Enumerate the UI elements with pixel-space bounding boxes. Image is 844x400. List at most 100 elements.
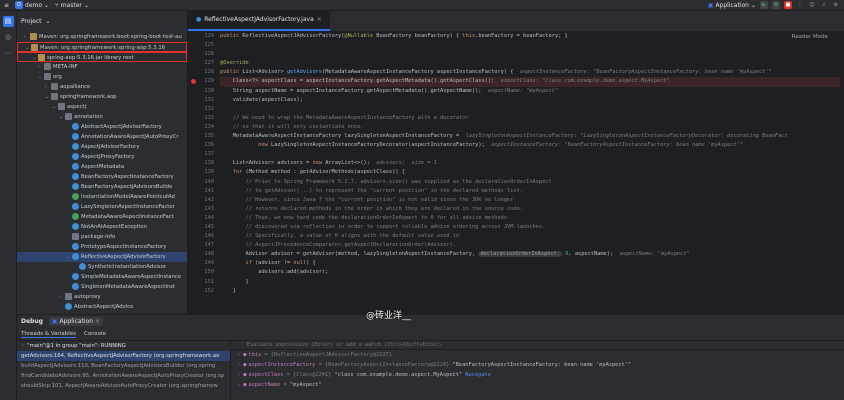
line-number[interactable]: 130 [188, 87, 218, 96]
code-line[interactable]: if (advisor != null) { [220, 259, 840, 268]
tree-item[interactable]: ⌄ spring-aop-5.3.16.jar library root [17, 52, 187, 62]
more-icon[interactable]: ⋮ [796, 1, 804, 9]
run-config-selector[interactable]: ▣ Application ⌄ [708, 2, 756, 9]
stop-icon[interactable]: ■ [784, 1, 792, 9]
line-number[interactable]: 135 [188, 132, 218, 141]
expand-arrow-icon[interactable]: › [237, 372, 240, 378]
tree-item[interactable]: AspectJProxyFactory [17, 152, 187, 162]
tree-item[interactable]: › autoproxy [17, 292, 187, 302]
code-line[interactable]: // Thus, we now hard code the declaratio… [220, 214, 840, 223]
tree-item[interactable]: SimpleMetadataAwareAspectInstance [17, 272, 187, 282]
editor-tab[interactable]: ● ReflectiveAspectJAdvisorFactory.java × [188, 10, 330, 31]
line-number[interactable]: 150 [188, 268, 218, 277]
variable-row[interactable]: › ● aspectName = "myAspect" [231, 380, 844, 390]
tree-item[interactable]: BeanFactoryAspectJAdvisorsBuilde [17, 182, 187, 192]
expand-arrow-icon[interactable]: › [237, 382, 240, 388]
stack-frame[interactable]: findCandidateAdvisors:95, AnnotationAwar… [17, 371, 230, 381]
code-line[interactable]: // returns declared methods in the order… [220, 205, 840, 214]
code-line[interactable]: // However, since Java 7 the "current po… [220, 196, 840, 205]
code-line[interactable]: validate(aspectClass); [220, 96, 840, 105]
code-line[interactable]: new LazySingletonAspectInstanceFactoryDe… [220, 141, 840, 150]
tree-item[interactable]: ⌄ aspectj [17, 102, 187, 112]
variable-row[interactable]: › ● aspectClass = {Class@2241} "class com.… [231, 370, 844, 380]
tree-item[interactable]: › Maven: org.springframework.boot:spring-… [17, 32, 187, 42]
code-line[interactable]: @Override [220, 59, 840, 68]
branch-switcher[interactable]: ⑂ master ⌄ [55, 2, 89, 9]
tree-item[interactable]: InstantiationModelAwarePointcutAd [17, 192, 187, 202]
tab-threads-variables[interactable]: Threads & Variables [21, 331, 77, 338]
project-panel-title[interactable]: Project [21, 18, 42, 25]
tree-item[interactable]: › aopalliance [17, 82, 187, 92]
tree-item[interactable]: AbstractAspectJAdvisorFactory [17, 122, 187, 132]
stack-frame[interactable]: buildAspectJAdvisors:110, BeanFactoryAsp… [17, 361, 230, 371]
line-number[interactable]: 141 [188, 187, 218, 196]
close-icon[interactable]: × [95, 318, 100, 325]
code-line[interactable]: Advisor advisor = getAdvisor(method, laz… [220, 250, 840, 259]
code-line[interactable]: for (Method method : getAdvisorMethods(a… [220, 168, 840, 177]
line-number[interactable]: 145 [188, 223, 218, 232]
tab-console[interactable]: Console [84, 331, 106, 337]
tree-item[interactable]: ⌄ Maven: org.springframework:spring-aop:5… [17, 42, 187, 52]
line-number[interactable]: 128 [188, 68, 218, 77]
debug-icon[interactable]: ✱ [772, 1, 780, 9]
debug-session-tab[interactable]: ▣ Application × [48, 317, 103, 326]
line-number[interactable]: 151 [188, 278, 218, 287]
line-number[interactable]: 127 [188, 59, 218, 68]
line-gutter[interactable]: 124 125 126 127 128 129 130 131 132 133 134 135 136 1… [188, 32, 218, 314]
code-line[interactable]: // discovered via reflection in order to… [220, 223, 840, 232]
tree-item[interactable]: BeanFactoryAspectInstanceFactory [17, 172, 187, 182]
stack-frame[interactable]: shouldSkip:101, AspectJAwareAdvisorAutoP… [17, 381, 230, 391]
line-number[interactable]: 140 [188, 178, 218, 187]
tree-item[interactable]: package-info [17, 232, 187, 242]
run-icon[interactable]: ▶ [760, 1, 768, 9]
code-line[interactable] [220, 50, 840, 59]
code-area[interactable]: public ReflectiveAspectJAdvisorFactory(@… [220, 32, 840, 314]
evaluate-expression-input[interactable]: Evaluate expression (Enter) or add a wat… [231, 341, 844, 350]
code-line[interactable]: public List<Advisor> getAdvisors(Metadat… [220, 68, 840, 77]
code-line[interactable]: // so that it will only instantiate once… [220, 123, 840, 132]
search-icon[interactable]: ⌕ [820, 1, 828, 9]
project-switcher[interactable]: D demo ⌄ [15, 1, 49, 9]
code-line[interactable]: advisors.add(advisor); [220, 268, 840, 277]
line-number[interactable]: 142 [188, 196, 218, 205]
expand-arrow-icon[interactable]: › [237, 352, 240, 358]
expand-arrow-icon[interactable]: › [237, 362, 240, 368]
code-line[interactable]: Class<?> aspectClass = aspectInstanceFac… [220, 77, 840, 87]
navigate-link[interactable]: Navigate [462, 372, 491, 378]
code-line[interactable]: } [220, 287, 840, 296]
code-line[interactable]: // We need to wrap the MetadataAwareAspe… [220, 114, 840, 123]
stack-frame[interactable]: getAdvisors:164, ReflectiveAspectJAdviso… [17, 351, 230, 361]
line-number[interactable]: 126 [188, 50, 218, 59]
tree-item[interactable]: SingletonMetadataAwareAspectInst [17, 282, 187, 292]
tree-item[interactable]: AspectJAdvisorFactory [17, 142, 187, 152]
project-icon[interactable]: ▤ [2, 16, 14, 27]
breakpoint-icon[interactable] [191, 79, 196, 85]
line-number[interactable]: 131 [188, 96, 218, 105]
code-line[interactable]: MetadataAwareAspectInstanceFactory lazyS… [220, 132, 840, 141]
tree-item[interactable]: ⌄ org [17, 72, 187, 82]
tree-item[interactable]: AbstractAspectJAdvice [17, 302, 187, 312]
line-number[interactable]: 137 [188, 150, 218, 159]
settings-icon[interactable]: ⚙ [832, 1, 840, 9]
code-line[interactable]: } [220, 278, 840, 287]
code-line[interactable]: // to getAdvisor(...) to represent the "… [220, 187, 840, 196]
line-number[interactable]: 136 [188, 141, 218, 150]
tree-item[interactable]: › META-INF [17, 62, 187, 72]
line-number[interactable]: 144 [188, 214, 218, 223]
line-number[interactable]: 129 [188, 77, 218, 86]
chevron-down-icon[interactable]: ⌄ [46, 18, 51, 25]
code-line[interactable]: String aspectName = aspectInstanceFactor… [220, 87, 840, 96]
line-number[interactable]: 152 [188, 287, 218, 296]
line-number[interactable]: 125 [188, 41, 218, 50]
structure-icon[interactable]: ⋯ [3, 48, 14, 59]
line-number[interactable]: 143 [188, 205, 218, 214]
line-number[interactable]: 133 [188, 114, 218, 123]
code-line[interactable] [220, 150, 840, 159]
line-number[interactable]: 146 [188, 232, 218, 241]
line-number[interactable]: 132 [188, 105, 218, 114]
tree-item[interactable]: AspectMetadata [17, 162, 187, 172]
code-line[interactable] [220, 41, 840, 50]
tree-item[interactable]: ⌄ ReflectiveAspectJAdvisorFactory [17, 252, 187, 262]
code-line[interactable] [220, 105, 840, 114]
tree-item[interactable]: ⌄ annotation [17, 112, 187, 122]
